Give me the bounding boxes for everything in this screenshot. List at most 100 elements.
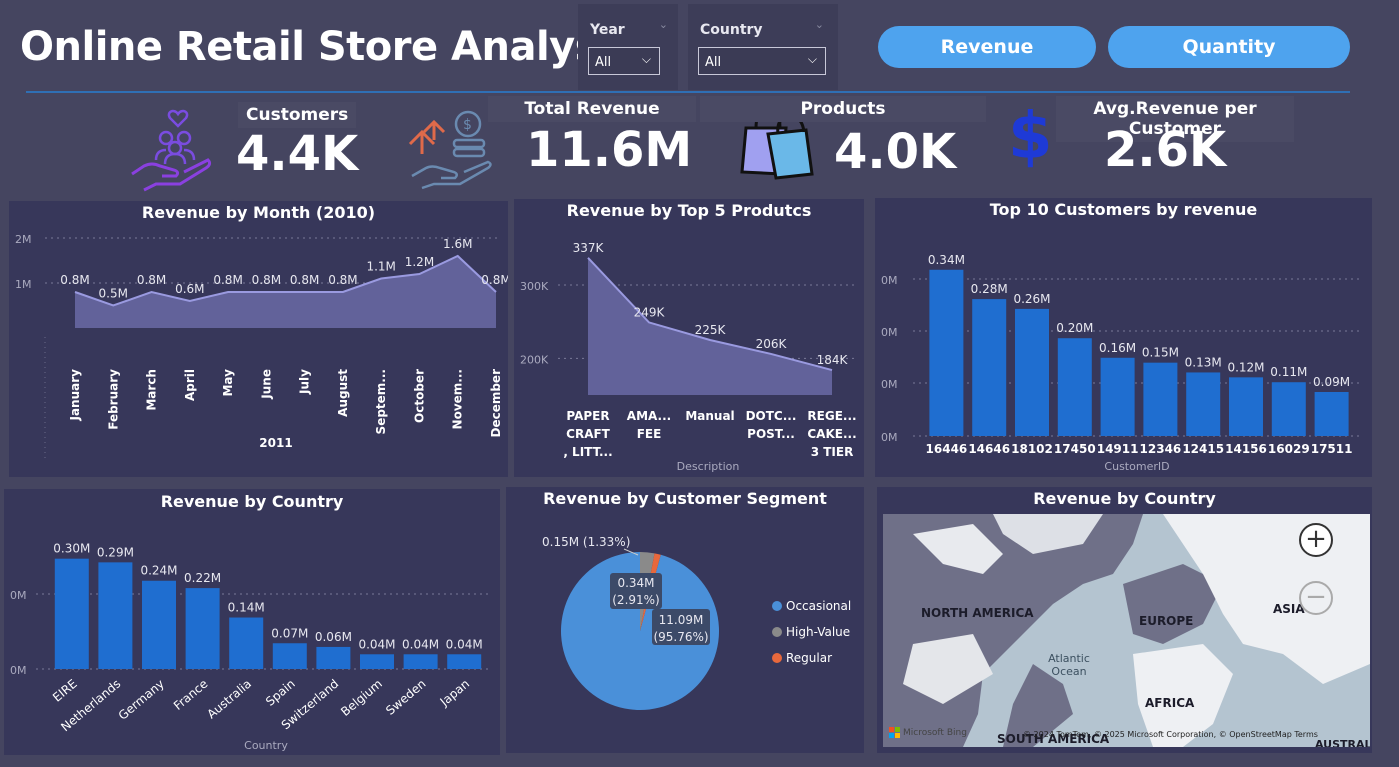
- bar: [1057, 338, 1092, 436]
- x-tick-label: December: [489, 369, 503, 438]
- bar: [403, 654, 438, 669]
- data-label: 0.29M: [97, 545, 134, 559]
- chevron-down-icon: ⌵: [807, 52, 817, 66]
- data-label: 249K: [634, 305, 666, 319]
- legend-regular[interactable]: Regular: [772, 645, 851, 671]
- map-label-africa: AFRICA: [1145, 696, 1195, 710]
- customers-hand-icon: [128, 104, 218, 198]
- x-tick-label: 14911: [1097, 442, 1139, 456]
- legend-dot: [772, 653, 782, 663]
- data-label: 0.20M: [1056, 321, 1093, 335]
- data-label: 0.12M: [1227, 360, 1264, 374]
- map-label-australia: AUSTRALIA: [1315, 738, 1370, 747]
- y-tick-label: 0M: [881, 274, 898, 287]
- bar: [360, 654, 394, 669]
- data-label: 0.16M: [1099, 341, 1136, 355]
- legend-dot: [772, 601, 782, 611]
- legend-label: High-Value: [786, 625, 851, 639]
- revenue-by-month-chart[interactable]: 1M 2M 0.8M January 0.5M February 0.8M March 0.6M…: [9, 201, 508, 477]
- chevron-down-icon: ⌵: [641, 52, 651, 66]
- data-label: 11.09M: [659, 613, 704, 627]
- top-customers-chart[interactable]: 0M 0M 0M 0M 0.34M 16446 0.28M 14646 0.26M 18102 0.…: [875, 198, 1372, 477]
- bar: [229, 617, 264, 669]
- data-label: 0.28M: [971, 282, 1008, 296]
- x-tick-label: 17450: [1054, 442, 1096, 456]
- y-tick-label: 1M: [15, 278, 32, 291]
- svg-text:$: $: [463, 117, 472, 133]
- data-label: 0.04M: [358, 637, 395, 651]
- country-filter[interactable]: Country ⌄ All ⌵: [688, 4, 838, 90]
- x-axis-title: 2011: [259, 436, 292, 450]
- x-tick-label: Novem...: [451, 369, 465, 429]
- x-tick-label: 16029: [1268, 442, 1310, 456]
- bar: [316, 646, 351, 669]
- x-tick-label: 3 TIER: [811, 445, 854, 459]
- year-dropdown[interactable]: All ⌵: [588, 47, 660, 75]
- x-tick-label: Germany: [116, 677, 167, 723]
- data-label: 0.06M: [315, 630, 352, 644]
- data-label: 0.24M: [140, 564, 177, 578]
- top-products-panel[interactable]: Revenue by Top 5 Produtcs 200K 300K 337K PA…: [514, 199, 864, 477]
- chevron-down-icon[interactable]: ⌄: [815, 18, 824, 31]
- x-tick-label: October: [412, 369, 426, 423]
- x-tick-label: July: [298, 369, 312, 395]
- chevron-down-icon[interactable]: ⌄: [659, 18, 668, 31]
- data-label: 0.34M: [617, 576, 654, 590]
- x-tick-label: France: [171, 677, 211, 713]
- bar: [447, 654, 482, 669]
- bar: [1271, 382, 1306, 436]
- data-label: 1.6M: [443, 237, 472, 251]
- data-label: 0.22M: [184, 571, 221, 585]
- data-label: (95.76%): [653, 630, 708, 644]
- x-axis-title: Country: [244, 739, 288, 752]
- x-tick-label: REGE...: [807, 409, 856, 423]
- country-filter-label: Country: [700, 22, 763, 38]
- revenue-by-country-panel[interactable]: Revenue by Country 0M 0M 0.30M EIRE 0.29M Net…: [4, 489, 500, 755]
- bar: [1100, 357, 1135, 436]
- dollar-icon: $: [1008, 100, 1053, 174]
- legend-dot: [772, 627, 782, 637]
- map-title: Revenue by Country: [1033, 489, 1216, 508]
- country-dropdown[interactable]: All ⌵: [698, 47, 826, 75]
- revenue-button[interactable]: Revenue: [878, 26, 1096, 68]
- x-tick-label: Sweden: [383, 677, 428, 718]
- x-tick-label: 14156: [1225, 442, 1267, 456]
- header-divider: [26, 91, 1350, 93]
- zoom-in-button[interactable]: +: [1299, 523, 1333, 557]
- legend-high-value[interactable]: High-Value: [772, 619, 851, 645]
- legend-label: Occasional: [786, 599, 852, 613]
- page-title: Online Retail Store Analysis: [20, 24, 635, 70]
- y-tick-label: 0M: [881, 431, 898, 444]
- revenue-by-month-panel[interactable]: Revenue by Month (2010) 1M 2M 0.8M January 0…: [9, 201, 508, 477]
- customer-segment-panel[interactable]: Revenue by Customer Segment 0.15M (1.33%…: [506, 487, 864, 753]
- bing-logo: Microsoft Bing: [889, 727, 967, 738]
- legend-occasional[interactable]: Occasional: [772, 593, 851, 619]
- world-map[interactable]: NORTH AMERICA EUROPE ASIA Atlantic Ocean…: [883, 514, 1370, 747]
- data-label: 0.8M: [290, 273, 319, 287]
- data-label: 0.09M: [1313, 375, 1350, 389]
- bar: [54, 558, 89, 669]
- top-products-chart[interactable]: 200K 300K 337K PAPER CRAFT , LITT... 249K AMA..…: [514, 199, 864, 477]
- data-label: 337K: [573, 241, 605, 255]
- total-revenue-kpi-value: 11.6M: [526, 122, 693, 178]
- x-tick-label: August: [336, 369, 350, 417]
- map-attribution[interactable]: © 2024 TomTom, © 2025 Microsoft Corporat…: [1023, 730, 1318, 739]
- x-tick-label: Manual: [685, 409, 734, 423]
- data-label: (2.91%): [612, 593, 659, 607]
- x-tick-label: Japan: [437, 677, 472, 710]
- x-axis-title: Description: [677, 460, 740, 473]
- x-tick-label: FEE: [637, 427, 662, 441]
- y-tick-label: 0M: [881, 326, 898, 339]
- year-filter[interactable]: Year ⌄ All ⌵: [578, 4, 678, 90]
- map-panel[interactable]: Revenue by Country NORTH AMERICA EUROPE …: [877, 487, 1372, 753]
- data-label: 0.15M (1.33%): [542, 535, 630, 549]
- zoom-out-button[interactable]: −: [1299, 581, 1333, 615]
- top-customers-panel[interactable]: Top 10 Customers by revenue 0M 0M 0M 0M 0.34…: [875, 198, 1372, 477]
- revenue-by-country-chart[interactable]: 0M0M0.30MEIRE0.29MNetherlands0.24MGerman…: [4, 489, 500, 755]
- x-tick-label: 14646: [968, 442, 1010, 456]
- y-tick-label: 0M: [881, 378, 898, 391]
- data-label: 0.13M: [1185, 355, 1222, 369]
- quantity-button[interactable]: Quantity: [1108, 26, 1350, 68]
- map-label-atlantic: Atlantic Ocean: [1048, 652, 1090, 678]
- map-label-north-america: NORTH AMERICA: [921, 606, 1034, 620]
